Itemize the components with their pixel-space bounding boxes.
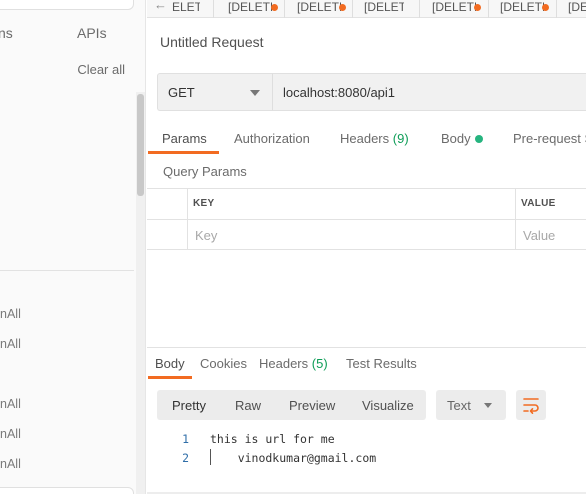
- format-raw-button[interactable]: Raw: [235, 398, 261, 413]
- method-select[interactable]: GET: [157, 73, 272, 111]
- history-item[interactable]: nAll: [0, 337, 21, 351]
- line-number: 1: [182, 432, 189, 446]
- unsaved-dot-icon: [474, 4, 481, 11]
- param-key-input[interactable]: [188, 220, 514, 250]
- query-params-table: KEY VALUE: [147, 188, 586, 250]
- response-tab-headers[interactable]: Headers (5): [259, 356, 328, 371]
- tab-authorization[interactable]: Authorization: [234, 131, 310, 146]
- format-button-group: Pretty Raw Preview Visualize: [157, 390, 426, 420]
- sidebar: ns APIs Clear all nAll nAll nAll nAll nA…: [0, 0, 146, 494]
- format-visualize-button[interactable]: Visualize: [362, 398, 414, 413]
- clear-all-link[interactable]: Clear all: [77, 62, 125, 77]
- history-item[interactable]: nAll: [0, 397, 21, 411]
- request-tab[interactable]: [DELETE: [228, 0, 272, 14]
- format-pretty-button[interactable]: Pretty: [172, 398, 206, 413]
- value-column-header: VALUE: [521, 198, 556, 209]
- history-item[interactable]: nAll: [0, 457, 21, 471]
- param-value-input[interactable]: [516, 220, 586, 250]
- response-code-line[interactable]: this is url for me: [210, 432, 335, 446]
- unsaved-dot-icon: [542, 4, 549, 11]
- tab-body[interactable]: Body: [441, 131, 471, 146]
- tab-params[interactable]: Params: [162, 131, 207, 146]
- response-headers-label: Headers: [259, 356, 309, 371]
- request-tab[interactable]: ELETI: [172, 0, 200, 14]
- query-params-title: Query Params: [163, 164, 247, 179]
- response-divider[interactable]: [147, 347, 586, 348]
- chevron-down-icon: [484, 403, 492, 408]
- response-tab-cookies[interactable]: Cookies: [200, 356, 247, 371]
- history-item[interactable]: nAll: [0, 427, 21, 441]
- request-title[interactable]: Untitled Request: [160, 34, 264, 50]
- body-status-dot-icon: [475, 135, 483, 143]
- unsaved-dot-icon: [271, 4, 278, 11]
- tab-headers[interactable]: Headers (9): [340, 131, 409, 146]
- method-label: GET: [168, 85, 195, 100]
- response-tab-test-results[interactable]: Test Results: [346, 356, 417, 371]
- active-tab-indicator: [148, 151, 219, 154]
- sidebar-tab-collections[interactable]: ns: [0, 25, 13, 41]
- response-active-tab-indicator: [148, 376, 192, 379]
- sidebar-tab-apis[interactable]: APIs: [77, 25, 107, 41]
- history-item[interactable]: nAll: [0, 307, 21, 321]
- response-headers-count: (5): [311, 356, 328, 371]
- tab-pre-request-script[interactable]: Pre-request Scr: [513, 131, 586, 146]
- request-tab[interactable]: [DELETI: [364, 0, 404, 14]
- format-preview-button[interactable]: Preview: [289, 398, 335, 413]
- request-tab[interactable]: [DELETE: [500, 0, 544, 14]
- unsaved-dot-icon: [339, 4, 346, 11]
- sidebar-search-box[interactable]: [0, 0, 134, 10]
- request-tab[interactable]: [DEL: [568, 0, 586, 14]
- response-code-line[interactable]: vinodkumar@gmail.com: [210, 451, 376, 465]
- language-label: Text: [447, 398, 471, 413]
- response-tab-body[interactable]: Body: [155, 356, 185, 371]
- request-tab[interactable]: [DELETE: [297, 0, 341, 14]
- language-select[interactable]: Text: [436, 390, 506, 420]
- request-tab[interactable]: [DELETE: [432, 0, 476, 14]
- key-column-header: KEY: [193, 198, 215, 209]
- tab-headers-label: Headers: [340, 131, 390, 146]
- url-input[interactable]: [272, 73, 586, 111]
- sidebar-bottom-box: [0, 487, 134, 494]
- back-arrow-icon[interactable]: ←: [154, 0, 167, 12]
- request-tab-bar: ← ELETI [DELETE [DELETE [DELETI [DELETE …: [147, 0, 586, 18]
- headers-count: (9): [392, 131, 409, 146]
- wrap-lines-icon: [523, 398, 539, 414]
- sidebar-divider: [0, 270, 134, 271]
- chevron-down-icon: [250, 90, 260, 96]
- line-number: 2: [182, 451, 189, 465]
- wrap-lines-button[interactable]: [516, 390, 546, 420]
- sidebar-scrollbar-thumb[interactable]: [137, 94, 144, 196]
